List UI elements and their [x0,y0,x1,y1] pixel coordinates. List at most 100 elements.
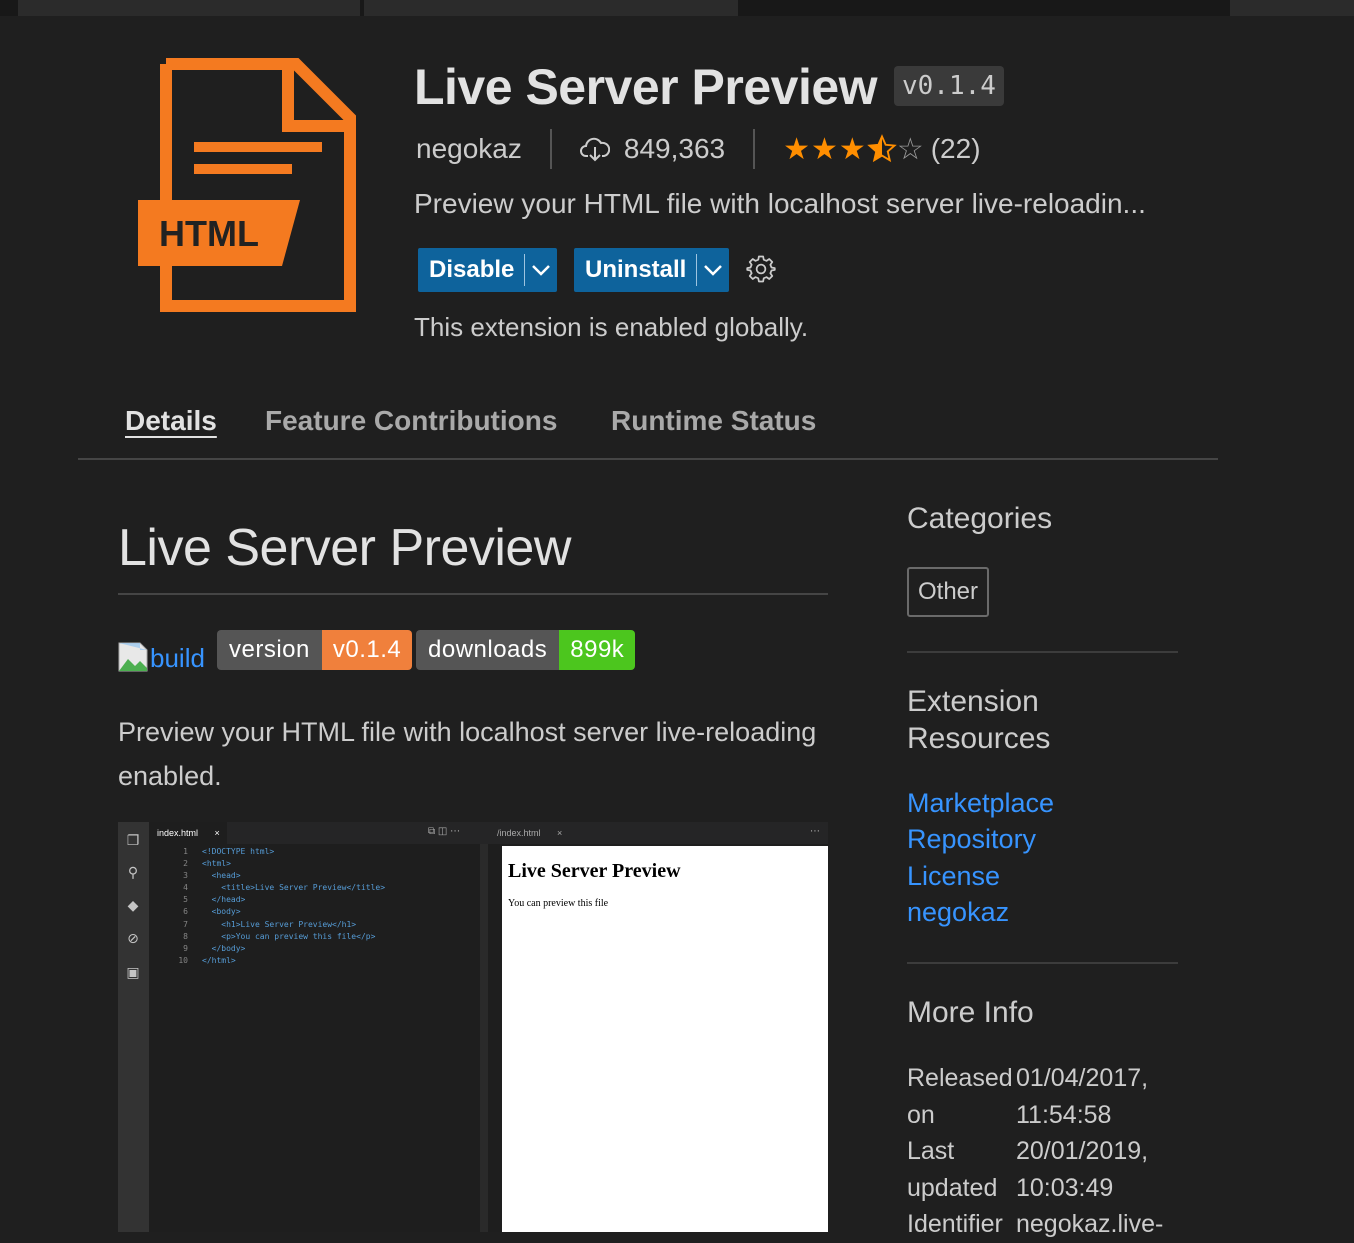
code-text: <h1>Live Server Preview</h1> [202,919,357,929]
code-text: <p>You can preview this file</p> [202,931,376,941]
screenshot-editor-tab: index.html × [149,822,227,844]
code-line: 1 <!DOCTYPE html> [158,846,385,858]
build-badge-alt-text[interactable]: build [150,644,205,672]
uninstall-button[interactable]: Uninstall [574,248,730,292]
disable-button[interactable]: Disable [418,248,558,292]
extension-short-description: Preview your HTML file with localhost se… [414,188,1146,219]
code-line: 7 <h1>Live Server Preview</h1> [158,919,385,931]
chevron-down-icon[interactable] [525,264,557,276]
publisher-name[interactable]: negokaz [416,133,522,165]
logo-text: HTML [159,213,259,254]
screenshot-preview-tab: /index.html × [494,822,562,844]
search-icon: ⚲ [127,864,139,880]
code-text: <title>Live Server Preview</title> [202,883,386,893]
uninstall-button-label[interactable]: Uninstall [574,256,696,284]
code-line: 9 </body> [158,943,385,955]
license-link[interactable]: License [907,861,1000,892]
code-text: </html> [202,955,236,965]
info-key-released: Released on [907,1064,1013,1129]
debug-icon: ⊘ [127,930,139,946]
rating-stars[interactable]: ★ ★ ★ ☆ [783,132,925,167]
enabled-status-message: This extension is enabled globally. [414,312,809,342]
readme-screenshot: ❐ ⚲ ◆ ⊘ ▣ index.html × ⧉ ◫ ⋯ /index.html… [118,822,828,1232]
star-full-icon: ★ [838,132,867,166]
code-text: <!DOCTYPE html> [202,847,275,856]
line-number: 2 [183,859,188,869]
build-badge-broken-image[interactable]: build [118,638,205,672]
close-icon: × [557,828,563,838]
install-count: 849,363 [623,133,726,164]
publisher-link[interactable]: negokaz [907,897,1009,928]
category-chip[interactable]: Other [907,567,990,617]
readme-description: Preview your HTML file with localhost se… [118,717,817,791]
info-key-identifier: Identifier [907,1210,1003,1238]
code-line: 3 <head> [158,870,385,882]
extension-title: Live Server Preview [414,59,878,115]
line-number: 1 [183,847,188,856]
code-line: 6 <body> [158,906,385,918]
code-text: </body> [202,943,246,953]
screenshot-preview-pane: Live Server Preview You can preview this… [502,846,828,1232]
more-info-heading: More Info [907,996,1034,1029]
marketplace-link[interactable]: Marketplace [907,788,1054,819]
star-full-icon: ★ [811,132,839,166]
sidebar-divider [907,962,1178,964]
chevron-down-icon[interactable] [697,264,729,276]
star-full-icon: ★ [783,132,811,166]
sidebar-divider [907,651,1178,653]
broken-image-icon [118,642,148,672]
shield-value: v0.1.4 [321,630,413,670]
categories-heading: Categories [907,502,1053,535]
meta-divider [753,129,756,169]
code-text: </head> [202,895,246,905]
extensions-icon: ▣ [126,964,140,980]
code-text: <head> [202,871,241,881]
code-line: 2 <html> [158,858,385,870]
split-editor-icon: ⧉ ◫ ⋯ [428,826,461,837]
code-line: 8 <p>You can preview this file</p> [158,931,385,943]
version-shield-badge[interactable]: version v0.1.4 [217,630,413,670]
preview-heading: Live Server Preview [508,860,681,882]
tab-feature-contributions[interactable]: Feature Contributions [265,405,557,437]
editor-tab[interactable] [1230,0,1354,16]
resources-heading: Extension Resources [907,685,1051,755]
code-line: 5 </head> [158,894,385,906]
screenshot-scrollbar [480,844,488,1232]
info-key-last-updated: Last updated [907,1137,998,1202]
html-file-icon: HTML [138,58,356,312]
line-number: 8 [183,931,188,941]
cloud-download-icon [579,137,610,162]
tab-details[interactable]: Details [125,405,217,437]
version-badge: v0.1.4 [894,66,1004,106]
git-icon: ◆ [127,897,139,913]
line-number: 7 [183,919,188,929]
rating-count[interactable]: (22) [931,133,981,165]
editor-tab[interactable] [18,0,360,16]
files-icon: ❐ [126,832,140,848]
tabs-divider [78,458,1218,460]
star-empty-icon: ☆ [896,132,925,166]
line-number: 10 [178,955,188,965]
screenshot-editor-tab-label: index.html [157,828,199,838]
tab-runtime-status[interactable]: Runtime Status [611,405,816,437]
info-value-last-updated: 20/01/2019, 10:03:49 [1016,1137,1149,1202]
screenshot-tab-bar [149,822,828,844]
close-icon: × [214,828,220,838]
editor-tab[interactable] [364,0,738,16]
downloads-shield-badge[interactable]: downloads 899k [416,630,636,670]
code-text: <html> [202,859,231,869]
preview-text: You can preview this file [508,898,609,909]
shield-value: 899k [559,630,636,670]
meta-divider [549,129,552,169]
info-value-released: 01/04/2017, 11:54:58 [1016,1064,1149,1129]
more-icon: ⋯ [810,826,820,837]
repository-link[interactable]: Repository [907,824,1036,855]
line-number: 4 [183,883,188,893]
readme-title-divider [118,593,828,595]
extension-meta-row: negokaz 849,363 ★ ★ ★ ☆ (22) [416,128,981,170]
line-number: 9 [183,943,188,953]
code-line: 4 <title>Live Server Preview</title> [158,882,385,894]
gear-icon[interactable] [746,254,776,284]
line-number: 3 [183,871,188,881]
disable-button-label[interactable]: Disable [418,256,524,284]
